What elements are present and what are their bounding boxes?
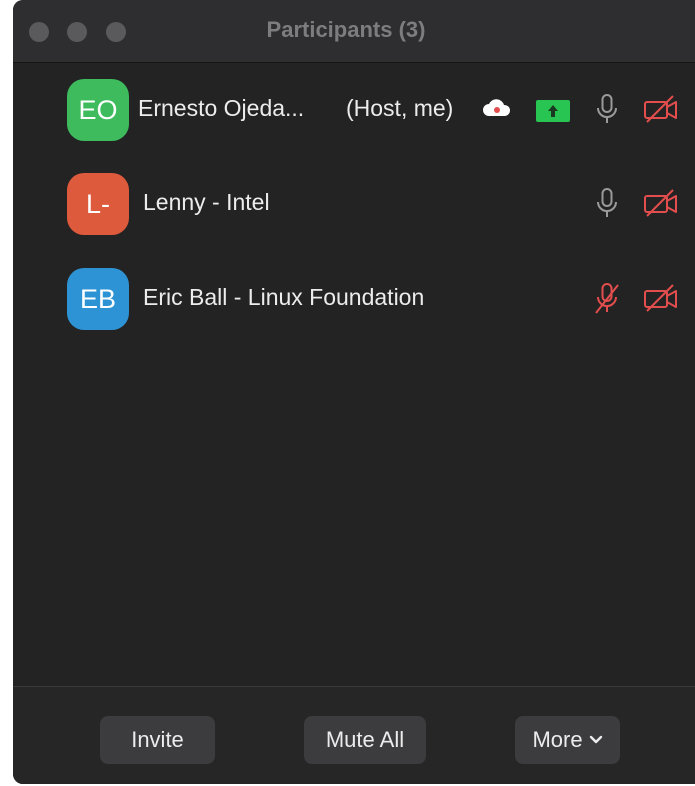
video-off-icon[interactable]	[643, 188, 679, 218]
cloud-recording-icon	[483, 99, 511, 116]
invite-button[interactable]: Invite	[100, 716, 215, 764]
microphone-icon[interactable]	[595, 187, 619, 221]
participants-footer: Invite Mute All More	[13, 686, 695, 784]
window-title: Participants (3)	[266, 17, 426, 42]
microphone-muted-icon[interactable]	[593, 282, 621, 316]
avatar: EB	[67, 268, 129, 330]
invite-button-label: Invite	[131, 727, 184, 752]
mute-all-button-label: Mute All	[325, 727, 405, 752]
participant-row[interactable]: EO Ernesto Ojeda... (Host, me)	[13, 79, 695, 149]
title-bar[interactable]: Participants (3)	[13, 0, 695, 63]
avatar: L-	[67, 173, 129, 235]
more-button-label: More	[532, 727, 583, 752]
chevron-down-icon	[589, 735, 602, 744]
participant-name: Eric Ball - Linux Foundation	[143, 284, 425, 310]
participants-window: Participants (3) EO Ernesto Ojeda... (Ho…	[13, 0, 695, 784]
participant-row[interactable]: L- Lenny - Intel	[13, 173, 695, 243]
video-off-icon[interactable]	[643, 94, 679, 124]
share-screen-icon	[536, 100, 570, 122]
participant-row[interactable]: EB Eric Ball - Linux Foundation	[13, 268, 695, 338]
participant-role: (Host, me)	[346, 95, 454, 121]
participant-name: Ernesto Ojeda...	[138, 95, 305, 121]
avatar: EO	[67, 79, 129, 141]
mute-all-button[interactable]: Mute All	[304, 716, 426, 764]
more-button[interactable]: More	[515, 716, 620, 764]
participant-name: Lenny - Intel	[143, 189, 270, 215]
microphone-icon[interactable]	[595, 93, 619, 127]
video-off-icon[interactable]	[643, 283, 679, 313]
